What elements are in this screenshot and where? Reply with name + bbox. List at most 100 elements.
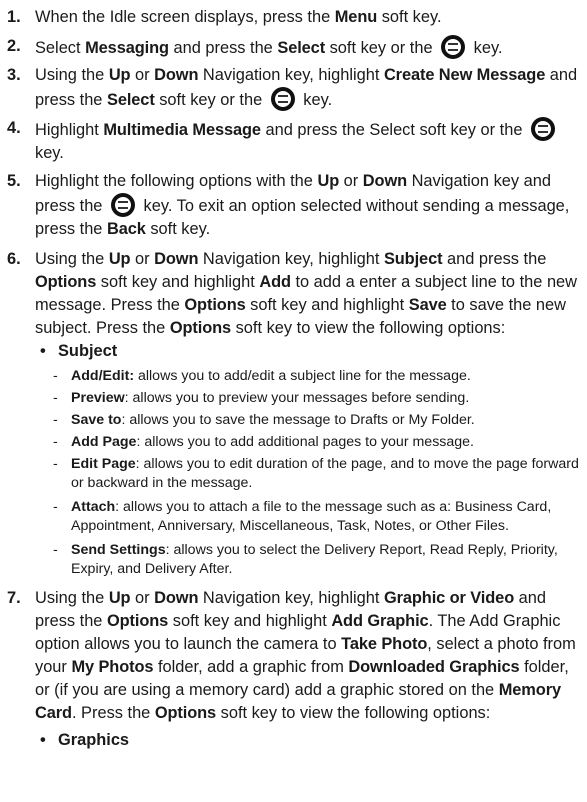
step-number: 3. (7, 66, 21, 84)
bold-term: Save (408, 296, 447, 314)
text-run: or (130, 66, 155, 84)
bold-term: Messaging (85, 39, 169, 57)
text-line: Edit Page: allows you to edit duration o… (71, 455, 581, 474)
bold-term: Options (106, 612, 169, 630)
bold-term: Save to (71, 412, 122, 428)
bold-term: Options (184, 296, 246, 314)
bullet-glyph: • (40, 342, 46, 360)
bold-term: Options (35, 273, 97, 291)
text-run: and press the (442, 250, 547, 268)
step-text: Highlight the following options with the… (35, 170, 581, 241)
dash-glyph: - (53, 542, 58, 558)
text-line: Preview: allows you to preview your mess… (71, 389, 581, 408)
bold-term: Up (317, 172, 340, 190)
text-run: soft key and highlight (96, 273, 260, 291)
bold-term: Up (108, 66, 131, 84)
dash-glyph: - (53, 499, 58, 515)
text-run: and press the Select soft key or the (260, 121, 527, 139)
text-run: or (130, 589, 155, 607)
bold-term: Select (106, 91, 155, 109)
text-run: Highlight the following options with the (35, 172, 318, 190)
text-run: : allows you to preview your messages be… (124, 390, 470, 406)
text-run: Appointment, Anniversary, Miscellaneous,… (71, 518, 509, 534)
text-run: soft key and highlight (168, 612, 332, 630)
text-run: soft key or the (154, 91, 267, 109)
text-run: key. (469, 39, 503, 57)
dash-glyph: - (53, 412, 58, 428)
dash-glyph: - (53, 434, 58, 450)
text-line: Highlight the following options with the… (35, 170, 581, 193)
step-number: 2. (7, 37, 21, 55)
text-run: or (339, 172, 363, 190)
text-run: key. (35, 144, 64, 162)
ok-key-icon (531, 117, 555, 141)
text-line: Using the Up or Down Navigation key, hig… (35, 248, 581, 271)
step-text: Select Messaging and press the Select so… (35, 35, 581, 60)
bold-term: Preview (71, 390, 125, 406)
text-run: Using the (35, 589, 109, 607)
text-line: message. Press the Options soft key and … (35, 294, 581, 317)
text-run: Navigation key, highlight (198, 66, 384, 84)
text-run: Navigation key, highlight (198, 589, 384, 607)
text-run: Navigation key, highlight (198, 250, 384, 268)
text-run: : allows you to edit duration of the pag… (135, 456, 579, 472)
sub-option-text: Send Settings: allows you to select the … (71, 541, 581, 579)
bold-term: Options (154, 704, 217, 722)
bold-term: Edit Page (71, 456, 136, 472)
text-run: soft key. (145, 220, 211, 238)
bold-term: Take Photo (341, 635, 428, 653)
text-run: and press the (168, 39, 278, 57)
bold-term: Add Page (71, 434, 137, 450)
bold-term: Memory (498, 681, 561, 699)
bold-term: Select (277, 39, 326, 57)
text-line: Send Settings: allows you to select the … (71, 541, 581, 560)
bold-term: Downloaded Graphics (348, 658, 520, 676)
text-run: folder, (519, 658, 569, 676)
text-run: Select (35, 39, 86, 57)
ok-key-icon (270, 87, 295, 111)
text-line: Add/Edit: allows you to add/edit a subje… (71, 367, 581, 386)
text-run: , select a photo from (427, 635, 576, 653)
text-run: or (if you are using a memory card) add … (35, 681, 499, 699)
text-run: press the (35, 220, 107, 238)
bold-term: Add Graphic (331, 612, 429, 630)
bold-term: Down (154, 250, 199, 268)
text-line: Save to: allows you to save the message … (71, 411, 581, 430)
text-run: : allows you to select the Delivery Repo… (165, 542, 558, 558)
bold-term: Options (169, 319, 232, 337)
text-line: option allows you to launch the camera t… (35, 633, 581, 656)
text-run: Highlight (35, 121, 104, 139)
ok-key-icon (110, 193, 135, 217)
text-line: Highlight Multimedia Message and press t… (35, 117, 581, 142)
text-run: . The Add Graphic (428, 612, 561, 630)
text-run: . Press the (71, 704, 155, 722)
dash-glyph: - (53, 368, 58, 384)
graphics-bullet-label: Graphics (58, 731, 130, 749)
bold-term: Send Settings (71, 542, 166, 558)
text-line: Expiry, and Delivery After. (71, 560, 581, 579)
bold-term: Add/Edit: (71, 368, 135, 384)
text-run: option allows you to launch the camera t… (35, 635, 342, 653)
text-run: to add a enter a subject line to the new (290, 273, 578, 291)
bold-term: Graphic or Video (383, 589, 515, 607)
text-run: press the (35, 91, 107, 109)
bold-term: Subject (383, 250, 443, 268)
bold-term: Create New Message (383, 66, 546, 84)
text-run: your (35, 658, 72, 676)
step-number: 7. (7, 589, 21, 607)
text-run: message. Press the (35, 296, 185, 314)
text-run: soft key or the (325, 39, 438, 57)
text-run: key. (298, 91, 333, 109)
step-number: 1. (7, 8, 21, 26)
bold-term: Multimedia Message (103, 121, 261, 139)
dash-glyph: - (53, 456, 58, 472)
dash-glyph: - (53, 390, 58, 406)
subject-bullet-label: Subject (58, 342, 118, 360)
bold-term: Up (108, 250, 131, 268)
text-line: Using the Up or Down Navigation key, hig… (35, 64, 581, 87)
bold-term: Back (106, 220, 146, 238)
text-run: Using the (35, 250, 109, 268)
text-line: or backward in the message. (71, 474, 581, 493)
sub-option-text: Add Page: allows you to add additional p… (71, 433, 581, 452)
text-line: press the Select soft key or the key. (35, 87, 581, 112)
